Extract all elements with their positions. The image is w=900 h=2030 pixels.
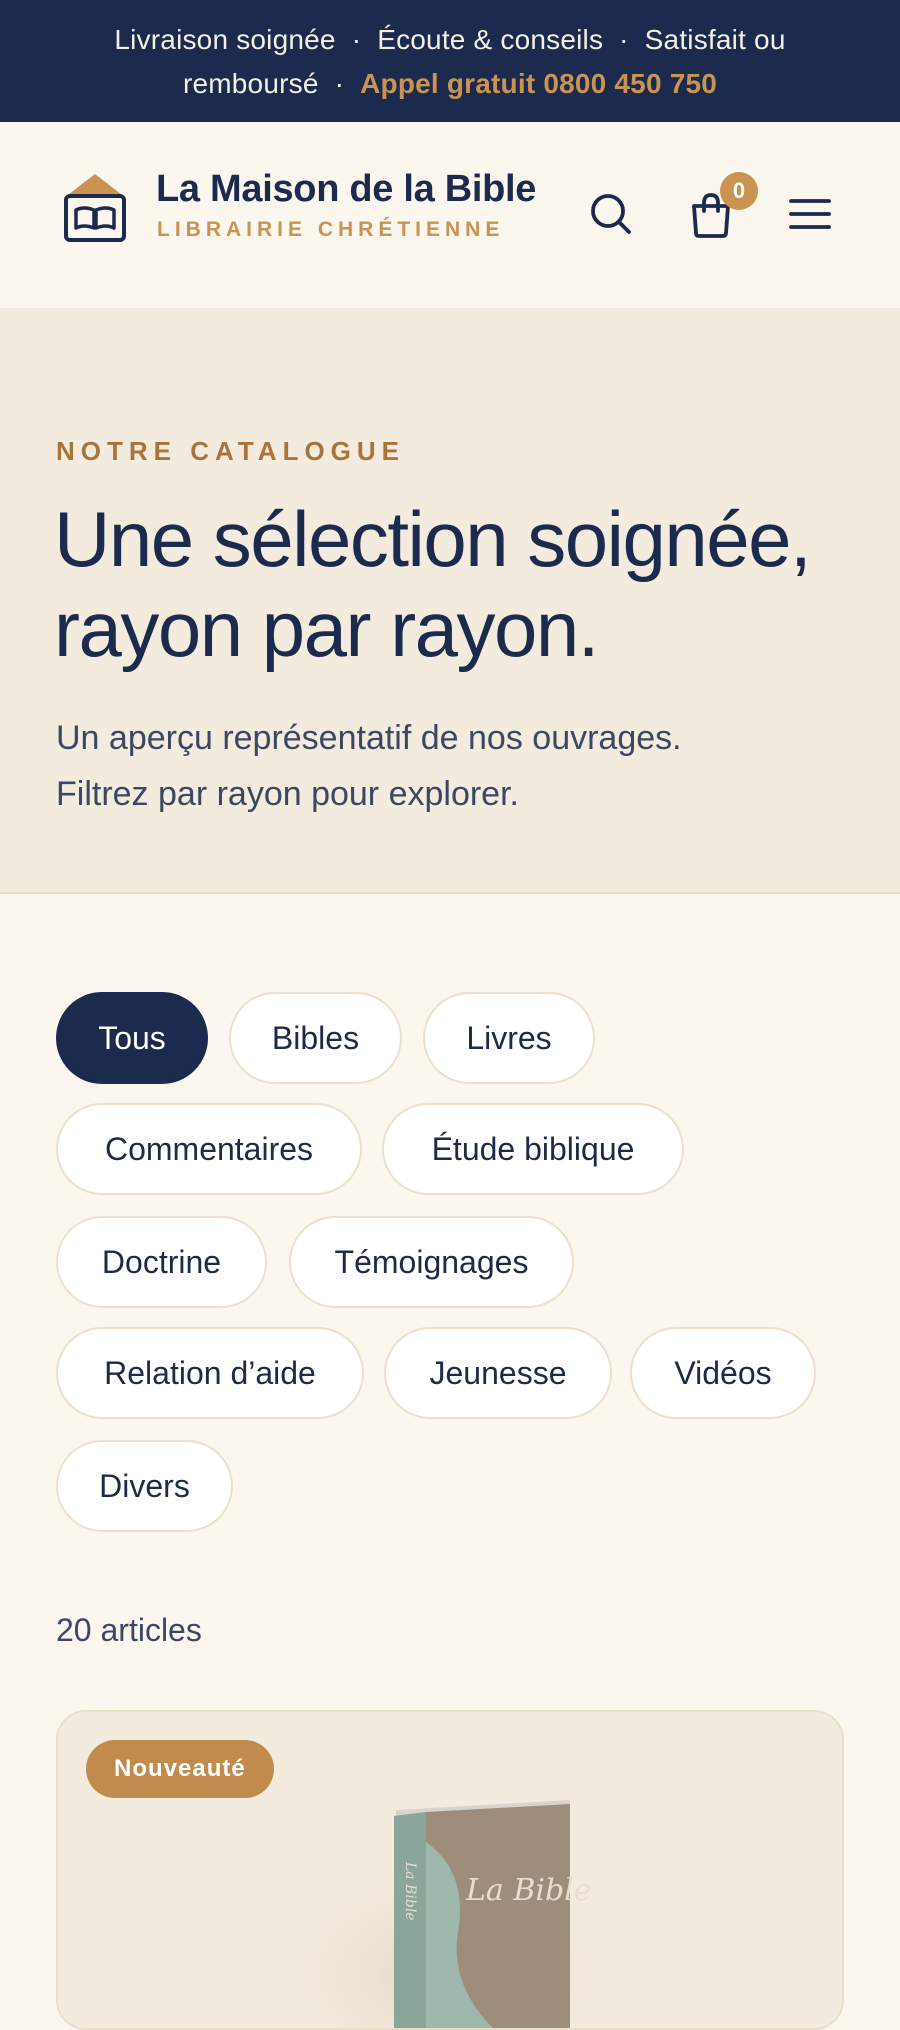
- new-badge: Nouveauté: [86, 1740, 274, 1798]
- section-eyebrow: NOTRE CATALOGUE: [56, 436, 406, 466]
- product-image: La Bible La Bible: [288, 1800, 618, 2028]
- page-subtitle-line2: Filtrez par rayon pour explorer.: [56, 775, 519, 813]
- page-title-line2: rayon par rayon.: [54, 585, 599, 673]
- filter-chip-videos[interactable]: Vidéos: [630, 1327, 816, 1419]
- results-count: 20 articles: [56, 1612, 202, 1648]
- search-button[interactable]: [583, 186, 639, 242]
- search-icon: [591, 194, 631, 234]
- filter-chip-jeunesse[interactable]: Jeunesse: [384, 1327, 612, 1419]
- free-call-link[interactable]: Appel gratuit 0800 450 750: [360, 68, 717, 99]
- filter-chip-livres[interactable]: Livres: [423, 992, 595, 1084]
- menu-button[interactable]: [782, 186, 838, 242]
- filter-chip-temoignages[interactable]: Témoignages: [289, 1216, 574, 1308]
- filter-chip-relation-aide[interactable]: Relation d’aide: [56, 1327, 364, 1419]
- brand-tagline: LIBRAIRIE CHRÉTIENNE: [157, 218, 505, 241]
- bookstore-logo-icon: [64, 174, 126, 242]
- filter-chip-tous[interactable]: Tous: [56, 992, 208, 1084]
- filter-chip-etude-biblique[interactable]: Étude biblique: [382, 1103, 684, 1195]
- filter-chip-bibles[interactable]: Bibles: [229, 992, 402, 1084]
- announcement-advice: Écoute & conseils: [377, 24, 604, 55]
- catalogue-hero: NOTRE CATALOGUE Une sélection soignée, r…: [0, 308, 900, 894]
- announcement-delivery: Livraison soignée: [114, 24, 336, 55]
- product-card[interactable]: Nouveauté La Bible La Bible: [56, 1710, 844, 2030]
- filter-chip-doctrine[interactable]: Doctrine: [56, 1216, 267, 1308]
- filter-chip-divers[interactable]: Divers: [56, 1440, 233, 1532]
- book-spine-title: La Bible: [402, 1861, 418, 1921]
- cart-count-badge: 0: [720, 172, 758, 210]
- page-title: Une sélection soignée, rayon par rayon.: [54, 494, 874, 674]
- announcement-separator: ·: [351, 24, 362, 55]
- filter-chip-commentaires[interactable]: Commentaires: [56, 1103, 362, 1195]
- page-subtitle: Un aperçu représentatif de nos ouvrages.…: [56, 710, 856, 822]
- announcement-separator: ·: [619, 24, 629, 55]
- page-subtitle-line1: Un aperçu représentatif de nos ouvrages.: [56, 719, 682, 757]
- brand-name[interactable]: La Maison de la Bible: [156, 168, 536, 211]
- site-header: La Maison de la Bible LIBRAIRIE CHRÉTIEN…: [0, 122, 900, 308]
- book-cover-title: La Bible: [465, 1873, 592, 1908]
- announcement-bar: Livraison soignée · Écoute & conseils · …: [0, 0, 900, 122]
- announcement-separator: ·: [334, 68, 345, 99]
- hamburger-menu-icon: [789, 199, 831, 229]
- page-title-line1: Une sélection soignée,: [54, 495, 812, 583]
